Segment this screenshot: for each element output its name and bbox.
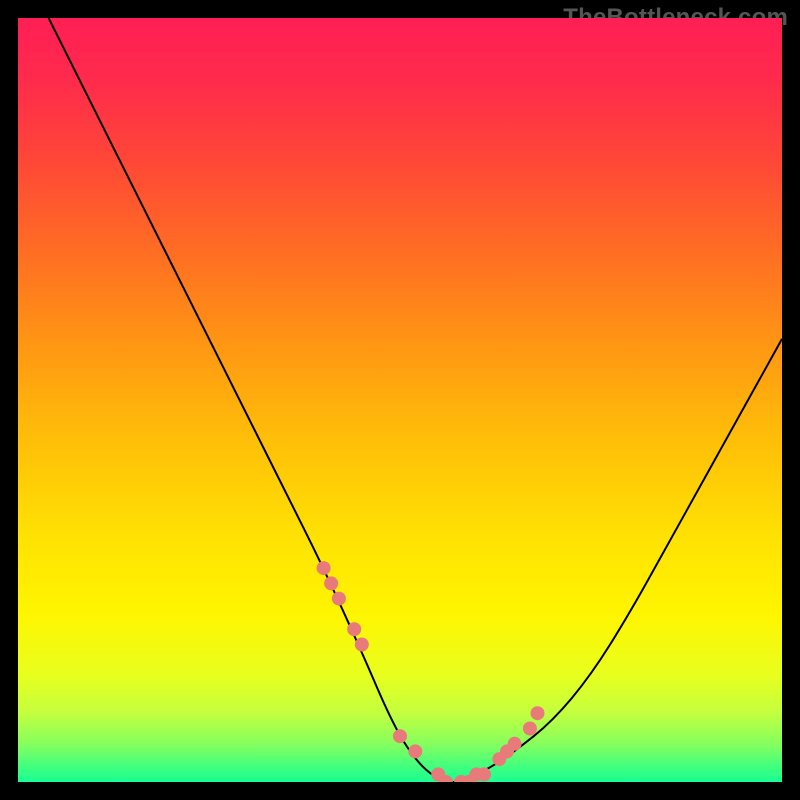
marker-dot	[324, 576, 338, 590]
marker-dot	[531, 706, 545, 720]
marker-dot	[477, 767, 491, 781]
plot-area	[18, 18, 782, 782]
marker-dot	[523, 722, 537, 736]
marker-dot	[317, 561, 331, 575]
marker-dot	[355, 638, 369, 652]
marker-dot	[332, 592, 346, 606]
bottleneck-chart	[18, 18, 782, 782]
marker-dot	[347, 622, 361, 636]
marker-dot	[408, 744, 422, 758]
marker-dot	[393, 729, 407, 743]
gradient-background	[18, 18, 782, 782]
marker-dot	[508, 737, 522, 751]
chart-stage: TheBottleneck.com	[0, 0, 800, 800]
